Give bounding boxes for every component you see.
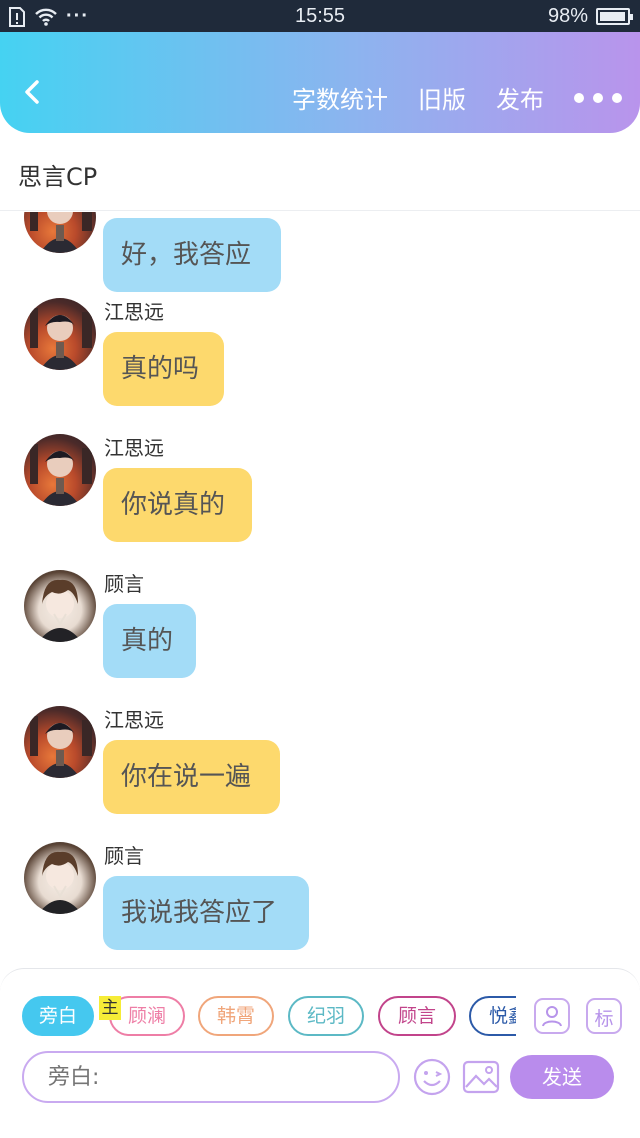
message-row: 好，我答应 — [0, 212, 640, 302]
role-chip-bar[interactable]: 旁白顾澜韩霄纪羽顾言悦鑫 — [22, 994, 516, 1040]
role-chip[interactable]: 顾言 — [378, 996, 456, 1036]
role-chip[interactable]: 悦鑫 — [469, 996, 516, 1036]
avatar-jiang[interactable] — [24, 298, 96, 370]
battery-percent: 98% — [547, 5, 588, 27]
role-chip[interactable]: 纪羽 — [288, 996, 364, 1036]
status-right: 98% — [547, 5, 633, 28]
battery-icon — [596, 8, 633, 25]
message-row: 顾言 我说我答应了 — [0, 840, 640, 960]
message-bubble[interactable]: 真的吗 — [103, 332, 224, 406]
top-header: 字数统计 旧版 发布 — [0, 32, 640, 133]
chat-list[interactable]: 好，我答应 江思远 真的吗 江思远 你说真的 顾言 真的 江思远 你在说一遍 顾言 我说我答应了 — [0, 212, 640, 968]
more-dots-icon[interactable] — [574, 92, 622, 103]
avatar-jiang[interactable] — [24, 434, 96, 506]
message-row: 江思远 你说真的 — [0, 432, 640, 552]
message-row: 江思远 你在说一遍 — [0, 704, 640, 824]
header-actions: 字数统计 旧版 发布 — [262, 80, 622, 115]
message-bubble[interactable]: 你在说一遍 — [103, 740, 280, 814]
old-version-button[interactable]: 旧版 — [418, 80, 466, 115]
message-bubble[interactable]: 你说真的 — [103, 468, 252, 542]
page-title: 思言CP — [18, 163, 98, 191]
main-role-badge: 主 — [99, 996, 121, 1020]
avatar-jiang[interactable] — [24, 212, 96, 253]
role-chip[interactable]: 旁白 — [22, 996, 94, 1036]
role-chip[interactable]: 韩霄 — [198, 996, 274, 1036]
message-bubble[interactable]: 真的 — [103, 604, 196, 678]
avatar-jiang[interactable] — [24, 706, 96, 778]
avatar-gu[interactable] — [24, 842, 96, 914]
image-icon[interactable] — [461, 1057, 501, 1097]
message-row: 江思远 真的吗 — [0, 296, 640, 416]
battery-fill — [600, 12, 626, 21]
status-bar: ··· 15:55 98% — [0, 0, 640, 32]
message-row: 顾言 真的 — [0, 568, 640, 688]
publish-button[interactable]: 发布 — [496, 80, 544, 115]
message-input[interactable] — [22, 1051, 400, 1103]
sender-name: 顾言 — [104, 844, 144, 868]
sender-name: 顾言 — [104, 572, 144, 596]
avatar-gu[interactable] — [24, 570, 96, 642]
word-count-button[interactable]: 字数统计 — [292, 80, 388, 115]
chevron-left-icon[interactable] — [18, 77, 48, 107]
message-bubble[interactable]: 我说我答应了 — [103, 876, 309, 950]
tag-button[interactable]: 标 — [586, 998, 622, 1034]
sender-name: 江思远 — [104, 436, 164, 460]
message-bubble[interactable]: 好，我答应 — [103, 218, 281, 292]
send-button[interactable]: 发送 — [510, 1055, 614, 1099]
smiley-icon[interactable] — [412, 1057, 452, 1097]
person-card-icon[interactable] — [534, 998, 570, 1034]
tag-label: 标 — [594, 1008, 614, 1030]
composer-panel: 旁白顾澜韩霄纪羽顾言悦鑫 主 标 发送 — [0, 968, 640, 1138]
title-row: 思言CP — [0, 133, 640, 211]
sender-name: 江思远 — [104, 300, 164, 324]
sender-name: 江思远 — [104, 708, 164, 732]
clock-time: 15:55 — [294, 5, 346, 27]
